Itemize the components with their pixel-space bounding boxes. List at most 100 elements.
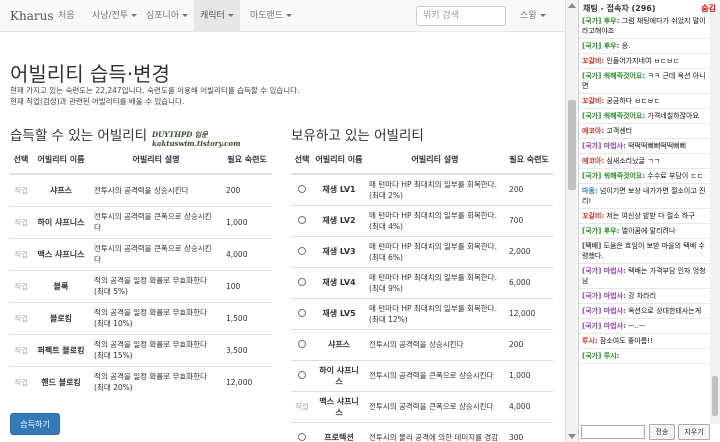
select-radio[interactable] <box>298 432 306 441</box>
ability-description: 전투시의 공격력을 큰폭으로 상승시킨다 <box>365 390 505 422</box>
select-radio[interactable] <box>298 184 306 193</box>
table-row[interactable]: 재생 LV1 매 턴마다 HP 최대치의 일부를 회복한다. (최대 2%) 200 <box>291 173 553 205</box>
chat-sender[interactable]: [국가] 후우: <box>582 42 619 50</box>
ability-points: 300 <box>505 421 553 442</box>
table-row[interactable]: 샤프스 전투시의 공격력을 상승시킨다 200 <box>291 328 553 360</box>
chat-message: [국가] 후우: 응. <box>579 39 709 54</box>
col-header-points: 필요 숙련도 <box>505 146 553 175</box>
table-row[interactable]: 직업 맥스 샤프니스 전투시의 공격력을 큰폭으로 상승시킨다 4,000 <box>10 237 272 270</box>
row-select-cell[interactable] <box>291 235 313 267</box>
ability-description: 매 턴마다 HP 최대치의 일부를 회복한다. (최대 6%) <box>365 235 505 267</box>
table-row[interactable]: 재생 LV5 매 턴마다 HP 최대치의 일부를 회복한다. (최대 12%) 12… <box>291 297 553 329</box>
scrollbar-thumb[interactable] <box>712 376 718 416</box>
table-row[interactable]: 직업 블로킹 적의 공격을 일정 확률로 무효화한다 (최대 10%) 1,500 <box>10 301 272 334</box>
nav-item-home[interactable]: 처음 <box>58 0 75 32</box>
chat-sender[interactable]: [택배] <box>582 242 601 250</box>
ability-description: 적의 공격을 일정 확률로 무효화한다 (최대 10%) <box>90 301 222 334</box>
row-select-cell[interactable] <box>291 297 313 329</box>
col-header-desc: 어빌리티 설명 <box>365 146 505 175</box>
table-row[interactable]: 재생 LV4 매 턴마다 HP 최대치의 일부를 회복한다. (최대 9%) 6,0… <box>291 266 553 298</box>
table-row[interactable]: 직업 블록 적의 공격을 일정 확률로 무효화한다 (최대 5%) 100 <box>10 269 272 302</box>
scroll-down-icon[interactable] <box>568 434 576 439</box>
ability-description: 전투시의 공격력을 상승시킨다 <box>90 173 222 206</box>
ability-description: 전투시의 공격력을 큰폭으로 상승시킨다 <box>365 359 505 391</box>
chat-sender[interactable]: 꼬갈비: <box>582 57 604 65</box>
chat-message: 꼬갈비: 인들어가지네여 ㅂㄷㅂㄷ <box>579 54 709 69</box>
chat-clear-button[interactable]: 지우기 <box>678 424 710 440</box>
table-row[interactable]: 프로텍션 전투시의 물리 공격에 의한 데미지를 경감 300 <box>291 421 553 442</box>
caret-down-icon <box>182 14 189 17</box>
caret-down-icon <box>539 14 546 17</box>
chat-sender[interactable]: [국가] 후우: <box>582 17 619 25</box>
select-radio[interactable] <box>298 215 306 224</box>
table-row[interactable]: 직업 맥스 샤프니스 전투시의 공격력을 큰폭으로 상승시킨다 4,000 <box>291 390 553 422</box>
learn-button[interactable]: 습득하기 <box>10 413 60 435</box>
chat-sender[interactable]: 루시: <box>582 337 598 345</box>
row-select-cell[interactable] <box>291 421 313 442</box>
table-row[interactable]: 하이 샤프니스 전투시의 공격력을 큰폭으로 상승시킨다 1,000 <box>291 359 553 391</box>
ability-name: 재생 LV3 <box>313 235 365 267</box>
select-radio[interactable] <box>298 308 306 317</box>
nav-item-symphonia[interactable]: 심포니아 <box>146 0 189 32</box>
chat-sender[interactable]: [국가] 마법사: <box>582 292 626 300</box>
brand-logo[interactable]: Kharus <box>10 9 53 23</box>
table-row[interactable]: 직업 샤프스 전투시의 공격력을 상승시킨다 200 <box>10 173 272 206</box>
chat-sender[interactable]: [국가] 워해즉것어요: <box>582 172 645 180</box>
chat-hide-link[interactable]: 숨김 <box>701 3 716 14</box>
select-radio[interactable] <box>298 277 306 286</box>
select-radio[interactable] <box>298 339 306 348</box>
chat-sender[interactable]: [국가] 워해즉것어요: <box>582 72 645 80</box>
ability-points: 1,500 <box>222 301 272 334</box>
chat-message: [국가] 루시: <box>579 349 709 364</box>
chat-sender[interactable]: [국가] 마법사: <box>582 307 626 315</box>
ability-name: 블로킹 <box>32 301 90 334</box>
owned-title: 보유하고 있는 어빌리티 <box>291 128 424 144</box>
chat-sender[interactable]: 꼬갈비: <box>582 97 604 105</box>
table-row[interactable]: 직업 하이 샤프니스 전투시의 공격력을 큰폭으로 상승시킨다 1,000 <box>10 205 272 238</box>
wiki-search-input[interactable] <box>416 6 506 26</box>
chat-sender[interactable]: [국가] 마법사: <box>582 322 626 330</box>
chat-sender[interactable]: [국가] 마법사: <box>582 267 626 275</box>
user-menu[interactable]: 스윙 <box>520 0 546 32</box>
chat-message: [택배] 도움은 흐임이 보받 마을의 택배 수령했다. <box>579 239 709 264</box>
table-row[interactable]: 재생 LV2 매 턴마다 HP 최대치의 일부를 회복한다. (최대 4%) 700 <box>291 204 553 236</box>
chat-sender[interactable]: [국가] 워해즉것어요: <box>582 112 645 120</box>
select-radio[interactable] <box>298 246 306 255</box>
scroll-up-icon[interactable] <box>568 3 576 8</box>
nav-item-madoland[interactable]: 마도랜드 <box>250 0 293 32</box>
ability-points: 2,000 <box>505 235 553 267</box>
select-radio[interactable] <box>298 370 306 379</box>
chat-send-button[interactable]: 전송 <box>649 424 675 440</box>
ability-points: 1,000 <box>222 205 272 238</box>
ability-description: 적의 공격을 일정 확률로 무효화한다 (최대 5%) <box>90 269 222 302</box>
row-select-cell[interactable] <box>291 173 313 205</box>
ability-name: 블록 <box>32 269 90 302</box>
chat-sender[interactable]: 꼬갈비: <box>582 212 604 220</box>
nav-item-hunting[interactable]: 사냥/전투 <box>92 0 138 32</box>
row-select-cell[interactable] <box>291 204 313 236</box>
nav-item-character[interactable]: 캐릭터 <box>194 0 240 32</box>
chat-sender[interactable]: [국가] 후우: <box>582 227 619 235</box>
chat-message: [국가] 후우: 그럼 채팅에다가 쉬었지 말이라고해야죠 <box>579 14 709 39</box>
chat-text: 넘이기면 보상 내가가면 절소이고 진리! <box>582 187 706 205</box>
chat-scrollbar[interactable] <box>710 14 720 424</box>
chat-sender[interactable]: 마동: <box>582 187 598 195</box>
table-row[interactable]: 직업 퍼펙트 블로킹 적의 공격을 일정 확률로 무효화한다 (최대 15%) 3,5… <box>10 333 272 366</box>
row-select-label: 직업 <box>10 301 32 334</box>
chat-sender[interactable]: [국가] 루시: <box>582 352 619 360</box>
chat-sender[interactable]: 에코아: <box>582 157 604 165</box>
chat-text: 고객센터 <box>606 127 633 135</box>
table-row[interactable]: 재생 LV3 매 턴마다 HP 최대치의 일부를 회복한다. (최대 6%) 2,0… <box>291 235 553 267</box>
row-select-cell[interactable] <box>291 266 313 298</box>
page-scrollbar[interactable] <box>565 0 577 442</box>
info-line-skill-points: 현재 가지고 있는 숙련도는 22,247입니다. 숙련도를 이용해 어빌리티를… <box>10 86 300 95</box>
chat-sender[interactable]: 에코아: <box>582 127 604 135</box>
col-header-select: 선택 <box>10 146 32 175</box>
row-select-cell[interactable] <box>291 359 313 391</box>
scrollbar-thumb[interactable] <box>568 100 576 190</box>
chat-input[interactable] <box>581 425 645 439</box>
table-row[interactable]: 직업 핸드 블로킹 적의 공격을 일정 확률로 무효화한다 (최대 20%) 12,0… <box>10 365 272 398</box>
row-select-cell[interactable] <box>291 328 313 360</box>
table-header-row: 선택 어빌리티 이름 어빌리티 설명 필요 숙련도 <box>291 146 553 175</box>
chat-sender[interactable]: [국가] 마법사: <box>582 142 626 150</box>
